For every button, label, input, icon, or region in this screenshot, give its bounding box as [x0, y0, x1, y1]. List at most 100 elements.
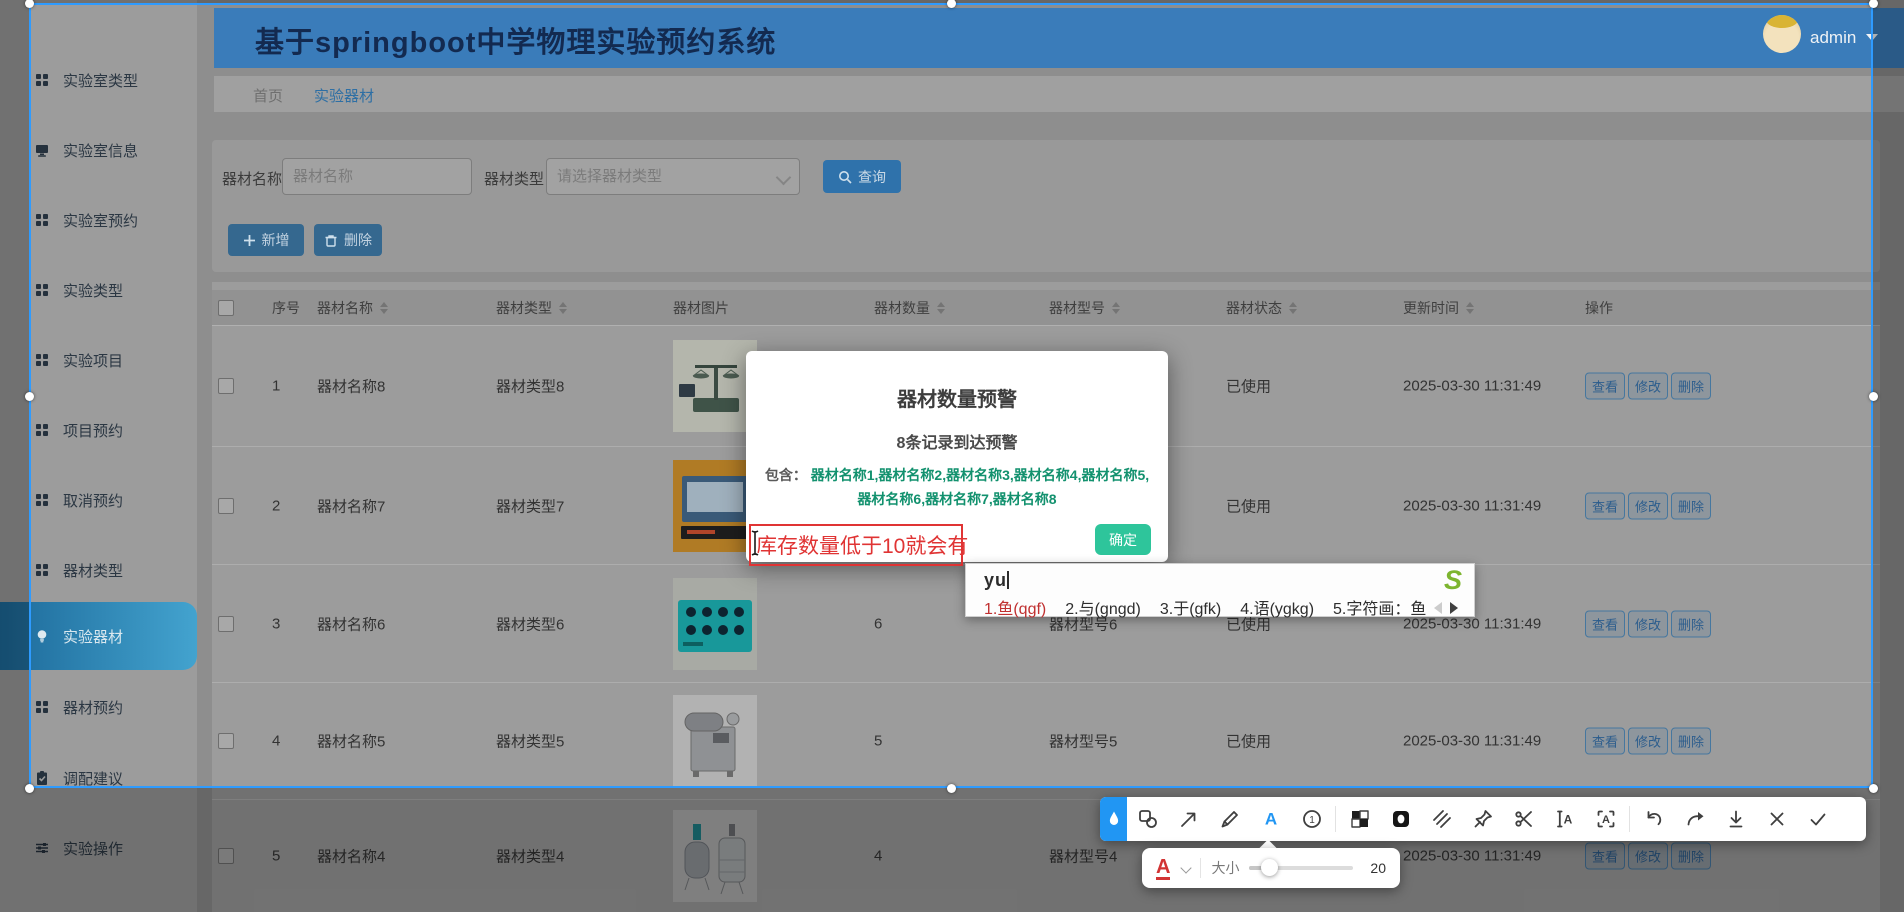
- edit-button[interactable]: 修改: [1628, 492, 1668, 519]
- sort-icon[interactable]: [1466, 302, 1474, 314]
- delete-button[interactable]: 删除: [314, 224, 382, 256]
- delete-row-button[interactable]: 删除: [1671, 728, 1711, 755]
- ime-candidate-4[interactable]: 4.语(ygkg): [1240, 595, 1314, 619]
- select-placeholder: 请选择器材类型: [557, 168, 662, 185]
- equipment-photo-balance-scale[interactable]: [673, 340, 757, 432]
- sort-icon[interactable]: [1112, 302, 1120, 314]
- equipment-type-select[interactable]: 请选择器材类型: [546, 158, 800, 195]
- equipment-photo-orange-box[interactable]: [673, 460, 757, 552]
- equipment-photo-machine[interactable]: [673, 695, 757, 787]
- row-checkbox[interactable]: [218, 733, 234, 749]
- edit-button[interactable]: 修改: [1628, 373, 1668, 400]
- edit-button[interactable]: 修改: [1628, 728, 1668, 755]
- view-button[interactable]: 查看: [1585, 610, 1625, 637]
- delete-row-button[interactable]: 删除: [1671, 492, 1711, 519]
- font-color-chevron-icon[interactable]: [1181, 862, 1192, 873]
- ime-candidate-2[interactable]: 2.与(gngd): [1065, 595, 1141, 619]
- clipboard-check-icon: [34, 770, 50, 786]
- ime-next-page-icon[interactable]: [1450, 602, 1458, 614]
- equipment-name-input[interactable]: [282, 158, 472, 195]
- col-qty[interactable]: 器材数量: [874, 298, 945, 318]
- view-button[interactable]: 查看: [1585, 373, 1625, 400]
- sort-icon[interactable]: [1289, 302, 1297, 314]
- sidebar-item-label: 实验室预约: [63, 210, 138, 231]
- font-size-value: 20: [1370, 860, 1386, 876]
- selection-handle[interactable]: [947, 784, 956, 793]
- view-button[interactable]: 查看: [1585, 492, 1625, 519]
- ime-candidate-5[interactable]: 5.字符画：鱼: [1333, 595, 1426, 619]
- dialog-title: 器材数量预警: [746, 383, 1168, 412]
- download-icon[interactable]: [1715, 797, 1756, 841]
- row-checkbox[interactable]: [218, 378, 234, 394]
- pen-tool-icon[interactable]: [1209, 797, 1250, 841]
- edit-button[interactable]: 修改: [1628, 610, 1668, 637]
- user-menu[interactable]: admin: [1810, 28, 1856, 48]
- select-all-checkbox[interactable]: [218, 300, 234, 316]
- add-button[interactable]: 新增: [228, 224, 304, 256]
- sidebar-item-lab-type[interactable]: 实验室类型: [0, 68, 197, 92]
- delete-row-button[interactable]: 删除: [1671, 373, 1711, 400]
- col-actions: 操作: [1585, 298, 1613, 318]
- col-name[interactable]: 器材名称: [317, 298, 388, 318]
- sort-icon[interactable]: [937, 302, 945, 314]
- col-type[interactable]: 器材类型: [496, 298, 567, 318]
- row-checkbox[interactable]: [218, 616, 234, 632]
- selection-handle[interactable]: [25, 784, 34, 793]
- pin-tool-icon[interactable]: [1462, 797, 1503, 841]
- col-status[interactable]: 器材状态: [1226, 298, 1297, 318]
- mosaic-tool-icon[interactable]: [1339, 797, 1380, 841]
- text-tool-icon-active[interactable]: A: [1250, 797, 1291, 841]
- sidebar-item-lab-equipment-active[interactable]: 实验器材: [0, 602, 197, 670]
- sidebar-item-exp-project[interactable]: 实验项目: [0, 348, 197, 372]
- ime-prev-page-icon[interactable]: [1434, 602, 1442, 614]
- ocr-area-tool-icon[interactable]: A: [1585, 797, 1626, 841]
- font-size-slider[interactable]: [1249, 866, 1353, 870]
- redo-icon[interactable]: [1674, 797, 1715, 841]
- selection-handle[interactable]: [25, 392, 34, 401]
- sort-icon[interactable]: [559, 302, 567, 314]
- col-model[interactable]: 器材型号: [1049, 298, 1120, 318]
- sidebar-item-project-booking[interactable]: 项目预约: [0, 418, 197, 442]
- plus-icon: [243, 234, 256, 247]
- blur-tool-icon[interactable]: [1380, 797, 1421, 841]
- ime-candidate-1[interactable]: 1.鱼(qgf): [984, 595, 1046, 619]
- ime-candidate-3[interactable]: 3.于(gfk): [1160, 595, 1221, 619]
- close-icon[interactable]: [1756, 797, 1797, 841]
- undo-icon[interactable]: [1633, 797, 1674, 841]
- sidebar-item-exp-type[interactable]: 实验类型: [0, 278, 197, 302]
- confirm-check-icon[interactable]: [1797, 797, 1838, 841]
- step-counter-tool-icon[interactable]: 1: [1291, 797, 1332, 841]
- selection-handle[interactable]: [1869, 392, 1878, 401]
- screen: 实验室类型 实验室信息 实验室预约 实验类型 实验项目 项目预约 取消预约 器: [0, 0, 1904, 912]
- font-color-button[interactable]: A: [1156, 857, 1170, 880]
- search-button[interactable]: 查询: [823, 160, 901, 193]
- tab-lab-equipment[interactable]: 实验器材: [314, 85, 374, 106]
- annotation-text-box[interactable]: 库存数量低于10就会有: [749, 524, 963, 566]
- sidebar-item-lab-info[interactable]: 实验室信息: [0, 138, 197, 162]
- confirm-button[interactable]: 确定: [1095, 524, 1151, 555]
- grid-icon: [34, 282, 50, 298]
- cut-tool-icon[interactable]: [1503, 797, 1544, 841]
- row-checkbox[interactable]: [218, 498, 234, 514]
- equipment-photo-teal-box[interactable]: [673, 578, 757, 670]
- col-updated[interactable]: 更新时间: [1403, 298, 1474, 318]
- view-button[interactable]: 查看: [1585, 728, 1625, 755]
- avatar[interactable]: [1763, 15, 1801, 53]
- arrow-tool-icon[interactable]: [1168, 797, 1209, 841]
- delete-row-button[interactable]: 删除: [1671, 610, 1711, 637]
- selection-handle[interactable]: [1869, 784, 1878, 793]
- slider-knob[interactable]: [1261, 859, 1278, 876]
- tab-home[interactable]: 首页: [253, 85, 283, 106]
- cell-qty: 5: [874, 733, 882, 750]
- ocr-text-tool-icon[interactable]: A: [1544, 797, 1585, 841]
- sidebar-item-cancel-booking[interactable]: 取消预约: [0, 488, 197, 512]
- sidebar-item-equipment-booking[interactable]: 器材预约: [0, 695, 197, 719]
- selection-handle[interactable]: [947, 0, 956, 8]
- shapes-tool-icon[interactable]: [1127, 797, 1168, 841]
- sidebar-item-lab-booking[interactable]: 实验室预约: [0, 208, 197, 232]
- sidebar-item-equipment-type[interactable]: 器材类型: [0, 558, 197, 582]
- sort-icon[interactable]: [380, 302, 388, 314]
- sidebar-item-label: 器材预约: [63, 697, 123, 718]
- hatch-tool-icon[interactable]: [1421, 797, 1462, 841]
- ime-logo: S: [1444, 565, 1462, 596]
